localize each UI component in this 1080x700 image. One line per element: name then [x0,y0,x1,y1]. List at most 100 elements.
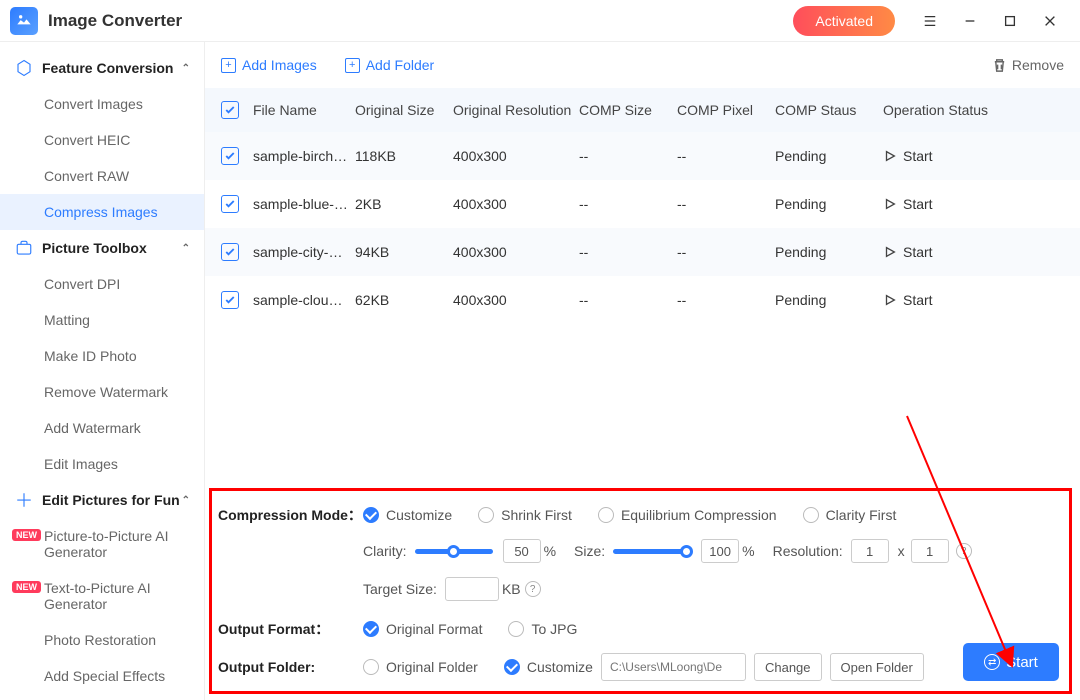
clarity-slider[interactable] [415,549,493,554]
output-path-input[interactable] [601,653,746,681]
sidebar-item-convert-images[interactable]: Convert Images [0,86,204,122]
format-original[interactable]: Original Format [363,621,482,637]
cell-cpix: -- [677,196,775,212]
cell-osize: 94KB [355,244,453,260]
col-ores: Original Resolution [453,102,579,118]
mode-shrink-first[interactable]: Shrink First [478,507,572,523]
row-checkbox[interactable] [221,243,239,261]
target-size-input[interactable] [445,577,499,601]
radio-icon [478,507,494,523]
x-label: x [898,543,905,559]
radio-label: Shrink First [501,507,572,523]
sidebar-item-add-watermark[interactable]: Add Watermark [0,410,204,446]
col-cstat: COMP Staus [775,102,883,118]
radio-icon [504,659,520,675]
cell-ores: 400x300 [453,244,579,260]
sidebar-item-matting[interactable]: Matting [0,302,204,338]
res-width-input[interactable] [851,539,889,563]
radio-label: Original Format [386,621,482,637]
start-button[interactable]: ⇄Start [963,643,1059,681]
sidebar-item-label: Text-to-Picture AI Generator [44,580,151,612]
row-checkbox[interactable] [221,195,239,213]
cell-cstat: Pending [775,292,883,308]
open-folder-button[interactable]: Open Folder [830,653,924,681]
change-button[interactable]: Change [754,653,822,681]
sidebar-item-convert-dpi[interactable]: Convert DPI [0,266,204,302]
table-row: sample-city-p… 94KB 400x300 -- -- Pendin… [205,228,1080,276]
cell-osize: 62KB [355,292,453,308]
chevron-up-icon: ⌃ [182,63,190,74]
row-start-button[interactable]: Start [883,292,1064,308]
col-op: Operation Status [883,102,1064,118]
sparkle-icon [14,490,34,510]
compression-mode-label: Compression Mode： [218,505,363,525]
maximize-button[interactable] [990,1,1030,41]
section-edit-for-fun[interactable]: Edit Pictures for Fun ⌃ [0,482,204,518]
sidebar-item-convert-raw[interactable]: Convert RAW [0,158,204,194]
new-badge: NEW [12,529,41,541]
mode-clarity-first[interactable]: Clarity First [803,507,897,523]
cell-cpix: -- [677,244,775,260]
col-csize: COMP Size [579,102,677,118]
row-start-button[interactable]: Start [883,244,1064,260]
sidebar-item-convert-heic[interactable]: Convert HEIC [0,122,204,158]
cell-filename: sample-cloud… [253,292,355,308]
radio-label: Customize [386,507,452,523]
add-images-button[interactable]: +Add Images [221,57,317,73]
help-icon[interactable]: ? [956,543,972,559]
row-checkbox[interactable] [221,291,239,309]
res-height-input[interactable] [911,539,949,563]
radio-icon [598,507,614,523]
folder-customize[interactable]: Customize [504,659,593,675]
sidebar-item-photo-restoration[interactable]: Photo Restoration [0,622,204,658]
unit-label: % [544,543,556,559]
sidebar-item-pic-to-pic[interactable]: NEWPicture-to-Picture AI Generator [0,518,204,570]
select-all-checkbox[interactable] [221,101,239,119]
clarity-input[interactable] [503,539,541,563]
radio-icon [363,659,379,675]
row-start-button[interactable]: Start [883,196,1064,212]
sidebar-item-special-effects[interactable]: Add Special Effects [0,658,204,694]
radio-icon [363,621,379,637]
menu-button[interactable] [910,1,950,41]
sidebar-item-compress-images[interactable]: Compress Images [0,194,204,230]
radio-icon [803,507,819,523]
hexagon-icon [14,58,34,78]
mode-customize[interactable]: Customize [363,507,452,523]
section-label: Picture Toolbox [42,240,147,256]
format-jpg[interactable]: To JPG [508,621,577,637]
mode-equilibrium[interactable]: Equilibrium Compression [598,507,777,523]
sidebar-item-text-to-pic[interactable]: NEWText-to-Picture AI Generator [0,570,204,622]
cell-ores: 400x300 [453,196,579,212]
close-button[interactable] [1030,1,1070,41]
radio-label: Original Folder [386,659,478,675]
resolution-label: Resolution: [773,543,843,559]
section-feature-conversion[interactable]: Feature Conversion ⌃ [0,50,204,86]
sidebar: Feature Conversion ⌃ Convert Images Conv… [0,42,205,700]
add-folder-button[interactable]: +Add Folder [345,57,434,73]
settings-panel: Compression Mode： Customize Shrink First… [209,488,1072,694]
new-badge: NEW [12,581,41,593]
sidebar-item-edit-images[interactable]: Edit Images [0,446,204,482]
size-input[interactable] [701,539,739,563]
cell-cstat: Pending [775,196,883,212]
radio-label: Clarity First [826,507,897,523]
section-picture-toolbox[interactable]: Picture Toolbox ⌃ [0,230,204,266]
radio-label: Equilibrium Compression [621,507,777,523]
help-icon[interactable]: ? [525,581,541,597]
radio-icon [508,621,524,637]
size-slider[interactable] [613,549,691,554]
sidebar-item-remove-watermark[interactable]: Remove Watermark [0,374,204,410]
cell-cstat: Pending [775,244,883,260]
minimize-button[interactable] [950,1,990,41]
cell-cpix: -- [677,292,775,308]
chevron-up-icon: ⌃ [182,243,190,254]
row-checkbox[interactable] [221,147,239,165]
chevron-up-icon: ⌃ [182,495,190,506]
sidebar-item-make-id-photo[interactable]: Make ID Photo [0,338,204,374]
remove-button[interactable]: Remove [992,57,1064,73]
cell-cpix: -- [677,148,775,164]
folder-original[interactable]: Original Folder [363,659,478,675]
plus-icon: + [345,58,360,73]
row-start-button[interactable]: Start [883,148,1064,164]
